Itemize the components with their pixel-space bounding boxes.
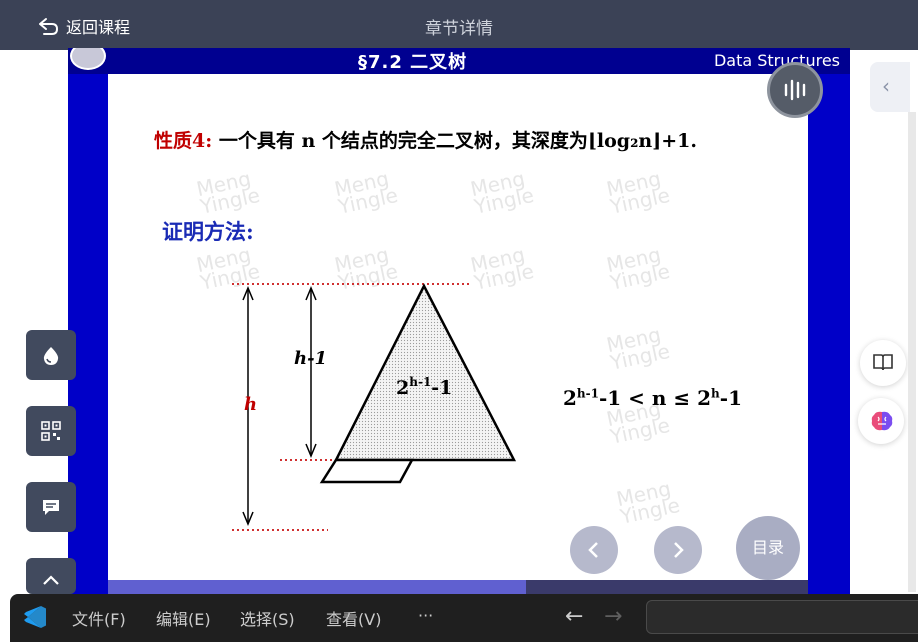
- watermark: Meng Yingle: [604, 166, 673, 219]
- command-center-search[interactable]: [646, 600, 918, 634]
- watermark: Meng Yingle: [604, 242, 673, 295]
- full-tree-triangle: [333, 283, 517, 462]
- brain-icon: [871, 411, 893, 431]
- property-statement: 性质4: 一个具有 n 个结点的完全二叉树，其深度为⌊log₂n⌋+1.: [154, 126, 697, 153]
- menu-selection[interactable]: 选择(S): [240, 606, 295, 630]
- depth-inequality: 2h-1-1 < n ≤ 2h-1: [563, 386, 742, 410]
- comments-button[interactable]: [26, 482, 76, 532]
- last-level-shape: [319, 458, 415, 484]
- collapse-side-panel-button[interactable]: ‹: [870, 62, 910, 112]
- watermark: Meng Yingle: [468, 166, 537, 219]
- watermark: Meng Yingle: [604, 322, 673, 375]
- qr-code-button[interactable]: [26, 406, 76, 456]
- menu-file[interactable]: 文件(F): [72, 606, 126, 630]
- h-minus-label: h-1: [294, 348, 327, 369]
- watermark: Meng Yingle: [614, 476, 683, 529]
- top-header: 返回课程 章节详情: [0, 0, 918, 50]
- chat-icon: [43, 500, 59, 515]
- chevron-up-icon: [43, 575, 59, 585]
- watermark: Meng Yingle: [194, 166, 263, 219]
- notes-button[interactable]: [860, 340, 906, 386]
- scroll-to-top-button[interactable]: [26, 558, 76, 594]
- table-of-contents-button[interactable]: 目录: [736, 516, 800, 580]
- go-back-button[interactable]: ←: [565, 604, 583, 629]
- page-title: 章节详情: [425, 19, 493, 39]
- complete-binary-tree-diagram: h h-1 2h-1-1: [232, 283, 517, 531]
- ai-assistant-button[interactable]: [858, 398, 904, 444]
- chevron-left-icon: [588, 542, 598, 558]
- menu-edit[interactable]: 编辑(E): [156, 606, 211, 630]
- sound-wave-icon: [784, 79, 806, 101]
- audio-play-button[interactable]: [767, 62, 823, 118]
- slide-section-title: §7.2 二叉树: [358, 52, 468, 73]
- qr-code-icon: [41, 421, 61, 441]
- vscode-logo-icon: [24, 606, 46, 628]
- droplet-icon: [43, 347, 59, 365]
- previous-slide-button[interactable]: [570, 526, 618, 574]
- chevron-right-icon: [674, 542, 684, 558]
- page-scrollbar[interactable]: [908, 112, 916, 592]
- book-icon: [873, 354, 893, 371]
- watermark: Meng Yingle: [332, 166, 401, 219]
- menu-more[interactable]: ···: [418, 606, 433, 625]
- menu-view[interactable]: 查看(V): [326, 606, 381, 630]
- go-forward-button[interactable]: →: [604, 604, 622, 629]
- vscode-title-bar: 文件(F) 编辑(E) 选择(S) 查看(V) ··· ← →: [10, 594, 918, 642]
- property-label: 性质4:: [154, 130, 213, 152]
- next-slide-button[interactable]: [654, 526, 702, 574]
- proof-method-label: 证明方法:: [162, 219, 254, 244]
- h-label: h: [244, 394, 257, 415]
- slide-content: Meng Yingle Meng Yingle Meng Yingle Meng Yin…: [108, 74, 808, 584]
- lecture-slide: §7.2 二叉树 Data Structures Meng Yingle Meng…: [68, 48, 850, 596]
- theme-toggle-button[interactable]: [26, 330, 76, 380]
- property-text: 一个具有 n 个结点的完全二叉树，其深度为⌊log₂n⌋+1.: [218, 130, 697, 152]
- chevron-left-icon: ‹: [882, 74, 890, 98]
